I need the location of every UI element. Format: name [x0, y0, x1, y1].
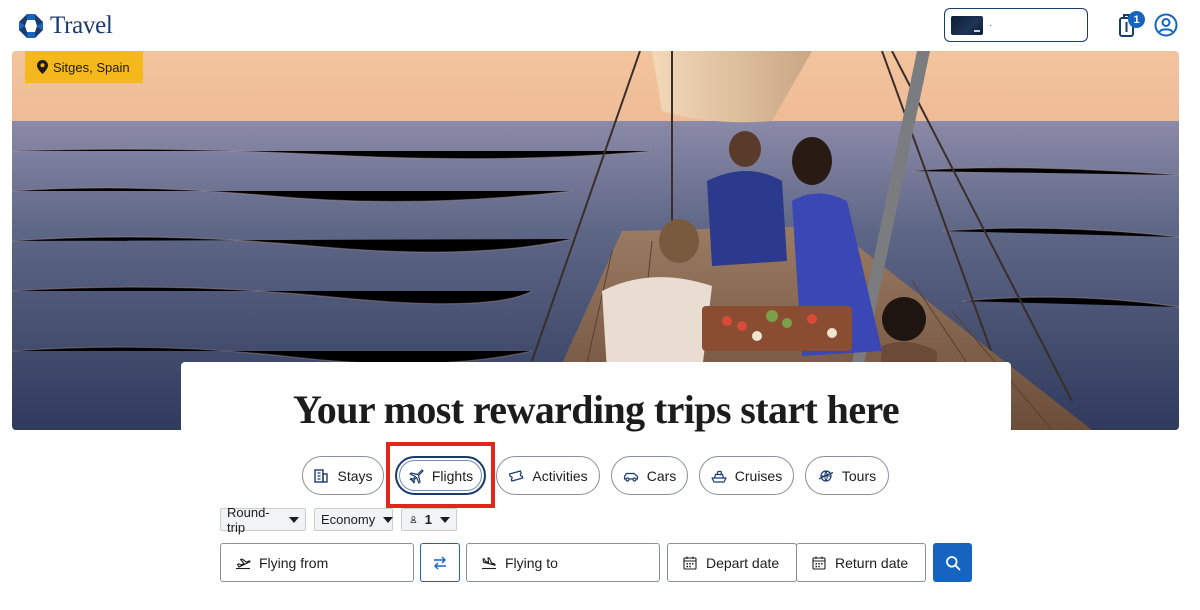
travelers-count: 1: [424, 512, 432, 527]
flying-from-field[interactable]: Flying from: [220, 543, 414, 582]
ship-icon: [711, 470, 727, 483]
flying-from-placeholder: Flying from: [259, 554, 329, 571]
calendar-icon: [812, 556, 826, 570]
account-icon[interactable]: [1154, 13, 1178, 37]
tab-label: Cruises: [734, 467, 783, 484]
return-date-placeholder: Return date: [835, 554, 909, 571]
plane-takeoff-icon: [236, 557, 251, 569]
credit-card-icon: [951, 15, 983, 35]
ticket-icon: [509, 469, 524, 482]
flying-to-placeholder: Flying to: [505, 554, 558, 571]
tab-label: Stays: [337, 467, 373, 484]
tab-flights[interactable]: Flights: [395, 456, 486, 495]
calendar-icon: [683, 556, 697, 570]
logo-text: Travel: [50, 12, 113, 39]
tab-label: Cars: [646, 467, 677, 484]
caret-down-icon: [383, 516, 394, 523]
tab-tours[interactable]: Tours: [805, 456, 889, 495]
page-headline: Your most rewarding trips start here: [292, 387, 900, 432]
car-icon: [623, 472, 638, 482]
chase-octagon-icon: [19, 14, 43, 38]
swap-locations-button[interactable]: [420, 543, 460, 582]
tab-label: Activities: [532, 467, 588, 484]
plane-landing-icon: [482, 556, 496, 569]
headline-panel: Your most rewarding trips start here: [181, 362, 1011, 437]
tab-cruises[interactable]: Cruises: [699, 456, 794, 495]
person-icon: [410, 516, 417, 523]
depart-date-field[interactable]: Depart date: [667, 543, 797, 582]
search-button[interactable]: [933, 543, 972, 582]
globe-icon: [818, 469, 834, 482]
map-pin-icon: [37, 60, 48, 74]
trips-count-badge: 1: [1128, 11, 1145, 28]
swap-arrows-icon: [434, 556, 446, 569]
tab-cars[interactable]: Cars: [611, 456, 688, 495]
search-icon: [945, 555, 960, 570]
tab-label: Tours: [841, 467, 877, 484]
flying-to-field[interactable]: Flying to: [466, 543, 660, 582]
tab-label: Flights: [431, 467, 474, 484]
airplane-icon: [409, 468, 424, 484]
return-date-field[interactable]: Return date: [796, 543, 926, 582]
location-tag: Sitges, Spain: [25, 51, 143, 83]
location-text: Sitges, Spain: [53, 59, 130, 75]
cabin-class-value: Economy: [321, 512, 376, 527]
tab-activities[interactable]: Activities: [496, 456, 600, 495]
hotel-building-icon: [314, 468, 329, 483]
card-selector[interactable]: ·: [944, 8, 1088, 42]
depart-date-placeholder: Depart date: [706, 554, 780, 571]
site-header: Travel · 1: [0, 0, 1200, 50]
travel-category-tabs: Stays Flights Activities Cars Cruises To…: [0, 456, 1200, 496]
chase-travel-logo[interactable]: Travel: [18, 12, 113, 40]
trip-type-value: Round-trip: [227, 504, 270, 535]
card-selector-label: ·: [989, 19, 993, 31]
travelers-select[interactable]: 1: [401, 508, 457, 531]
cabin-class-select[interactable]: Economy: [314, 508, 394, 531]
caret-down-icon: [440, 516, 450, 523]
tab-stays[interactable]: Stays: [302, 456, 384, 495]
caret-down-icon: [289, 516, 299, 523]
trip-type-select[interactable]: Round-trip: [220, 505, 306, 535]
